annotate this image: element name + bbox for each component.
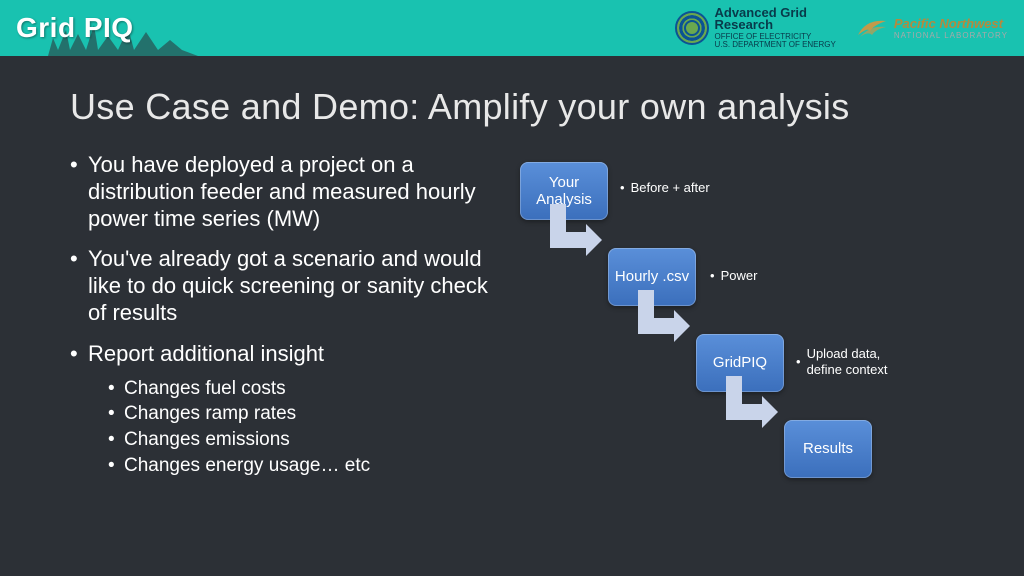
pnnl-title: Pacific Northwest [894, 16, 1008, 31]
bullet-item: Report additional insight Changes fuel c… [70, 341, 490, 478]
elbow-arrow-icon [630, 290, 690, 346]
flow-caption: Before + after [620, 180, 710, 196]
flow-node-results: Results [784, 420, 872, 478]
header-bar: Grid PIQ Advanced Grid Research OFFICE O… [0, 0, 1024, 56]
page-title: Use Case and Demo: Amplify your own anal… [70, 86, 954, 128]
sub-bullet-item: Changes ramp rates [88, 401, 490, 427]
sub-bullet-item: Changes fuel costs [88, 376, 490, 402]
bullet-item: You've already got a scenario and would … [70, 246, 490, 326]
flow-caption: Power [710, 268, 757, 284]
pnnl-sub: NATIONAL LABORATORY [894, 31, 1008, 40]
text-column: You have deployed a project on a distrib… [70, 152, 490, 512]
flow-diagram: Your Analysis Before + after Hourly .csv… [510, 152, 954, 512]
doe-seal-icon [675, 11, 709, 45]
bullet-item: You have deployed a project on a distrib… [70, 152, 490, 232]
badge-pnnl: Pacific Northwest NATIONAL LABORATORY [856, 15, 1008, 41]
agr-title-2: Research [715, 18, 836, 32]
agr-sub-2: U.S. DEPARTMENT OF ENERGY [715, 41, 836, 50]
slide-body: Use Case and Demo: Amplify your own anal… [0, 56, 1024, 532]
elbow-arrow-icon [542, 204, 602, 260]
partner-badges: Advanced Grid Research OFFICE OF ELECTRI… [675, 6, 1009, 50]
badge-advanced-grid-research: Advanced Grid Research OFFICE OF ELECTRI… [675, 6, 836, 50]
sub-bullet-item: Changes emissions [88, 427, 490, 453]
elbow-arrow-icon [718, 376, 778, 432]
bullet-list: You have deployed a project on a distrib… [70, 152, 490, 478]
sub-bullet-item: Changes energy usage… etc [88, 453, 490, 479]
sub-bullet-list: Changes fuel costs Changes ramp rates Ch… [88, 376, 490, 479]
bullet-text: Report additional insight [88, 341, 324, 366]
app-logo: Grid PIQ [16, 12, 134, 44]
pnnl-bird-icon [856, 15, 888, 41]
flow-caption: Upload data, define context [796, 346, 916, 379]
